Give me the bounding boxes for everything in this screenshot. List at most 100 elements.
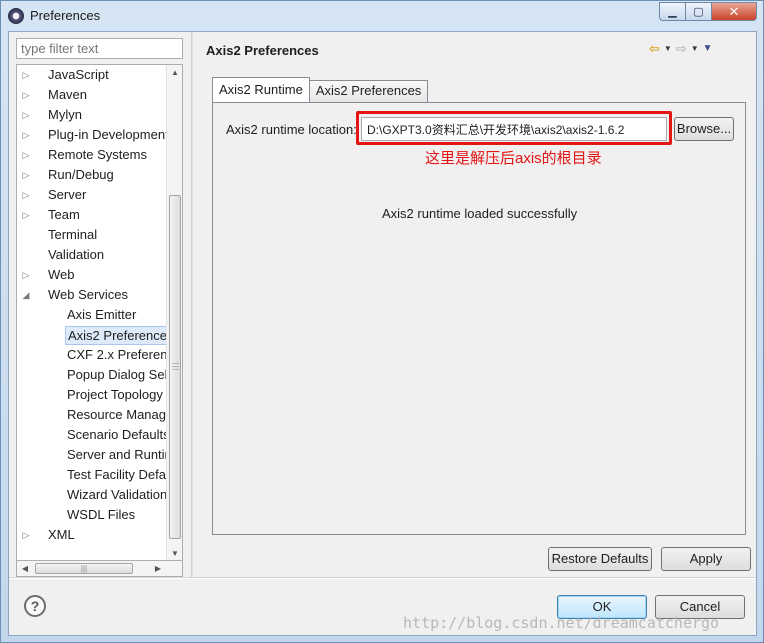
tree-item-label: Resource Management: [67, 407, 166, 422]
eclipse-app-icon: [8, 8, 24, 24]
tab-bar: Axis2 Runtime Axis2 Preferences: [212, 77, 429, 102]
collapsed-arrow-icon[interactable]: ▷: [21, 85, 31, 105]
tab-axis2-preferences[interactable]: Axis2 Preferences: [308, 80, 429, 102]
close-button[interactable]: ✕: [711, 2, 757, 21]
tree-item[interactable]: Scenario Defaults: [17, 425, 166, 445]
back-dropdown-icon[interactable]: ▼: [664, 42, 672, 56]
tree-item-label: Server and Runtime: [67, 447, 166, 462]
maximize-button[interactable]: ▢: [685, 2, 712, 21]
tree-item[interactable]: Popup Dialog Selection: [17, 365, 166, 385]
scroll-left-arrow-icon[interactable]: ◀: [17, 561, 33, 577]
tree-item-label: Axis2 Preferences: [65, 326, 166, 345]
tree-item-label: Maven: [48, 87, 88, 102]
collapsed-arrow-icon[interactable]: ▷: [21, 165, 31, 185]
filter-input[interactable]: [16, 38, 183, 59]
vertical-scroll-thumb[interactable]: ― ― ―: [169, 195, 181, 539]
collapsed-arrow-icon[interactable]: ▷: [21, 185, 31, 205]
tree-item-label: Mylyn: [48, 107, 82, 122]
tree-item[interactable]: Server and Runtime: [17, 445, 166, 465]
window-controls: ▁ ▢ ✕: [659, 2, 757, 21]
tree-item-label: XML: [48, 527, 75, 542]
collapsed-arrow-icon[interactable]: ▷: [21, 205, 31, 225]
tree-item[interactable]: ▷ Server: [17, 185, 166, 205]
collapsed-arrow-icon[interactable]: ▷: [21, 525, 31, 545]
tree-item[interactable]: ▷ XML: [17, 525, 166, 545]
tree-item-label: Run/Debug: [48, 167, 114, 182]
tree-item-label: Web Services: [48, 287, 128, 302]
minimize-button[interactable]: ▁: [659, 2, 686, 21]
browse-button[interactable]: Browse...: [674, 117, 734, 141]
tree-item[interactable]: Resource Management: [17, 405, 166, 425]
tree-item[interactable]: Axis Emitter: [17, 305, 166, 325]
tree-item[interactable]: ▷ Plug-in Development: [17, 125, 166, 145]
tree-item[interactable]: Test Facility Defaults: [17, 465, 166, 485]
scroll-right-arrow-icon[interactable]: ▶: [150, 561, 166, 577]
restore-defaults-button[interactable]: Restore Defaults: [548, 547, 652, 571]
tree-item[interactable]: WSDL Files: [17, 505, 166, 525]
tab-content: Axis2 runtime location: D:\GXPT3.0资料汇总\开…: [212, 102, 746, 535]
scroll-down-arrow-icon[interactable]: ▼: [167, 546, 182, 560]
collapsed-arrow-icon[interactable]: ▷: [21, 265, 31, 285]
panel-splitter[interactable]: [191, 32, 193, 577]
window-title: Preferences: [30, 8, 101, 23]
apply-button[interactable]: Apply: [661, 547, 751, 571]
page-title: Axis2 Preferences: [206, 43, 319, 58]
tree-item-label: Axis Emitter: [67, 307, 137, 322]
view-menu-icon[interactable]: ▼: [703, 42, 713, 56]
tree-item[interactable]: ▷ Remote Systems: [17, 145, 166, 165]
tree-item[interactable]: ▷ JavaScript: [17, 65, 166, 85]
horizontal-scroll-thumb[interactable]: |||: [35, 563, 133, 574]
collapsed-arrow-icon[interactable]: ▷: [21, 125, 31, 145]
tree-item[interactable]: Project Topology: [17, 385, 166, 405]
tree-item-label: Plug-in Development: [48, 127, 166, 142]
tree-item[interactable]: Wizard Validation: [17, 485, 166, 505]
preferences-tree: ▷ JavaScript ▷ Maven ▷ Mylyn ▷ Plug-in Developm…: [16, 64, 183, 561]
page-navigation-toolbar: ⇦ ▼ ⇨ ▼ ▼: [649, 42, 713, 56]
tree-item-label: JavaScript: [48, 67, 109, 82]
tree-horizontal-scrollbar[interactable]: ◀ ||| ▶: [16, 561, 183, 577]
tree-item[interactable]: ▷ Web: [17, 265, 166, 285]
back-arrow-icon[interactable]: ⇦: [649, 42, 660, 56]
tree-item[interactable]: ▷ Mylyn: [17, 105, 166, 125]
tree-item-label: Validation: [48, 247, 105, 262]
tree-items: ▷ JavaScript ▷ Maven ▷ Mylyn ▷ Plug-in Developm…: [17, 65, 166, 545]
grip-icon: ― ― ―: [172, 360, 179, 373]
annotation-text: 这里是解压后axis的根目录: [425, 150, 602, 167]
help-icon[interactable]: ?: [24, 595, 46, 617]
status-message: Axis2 runtime loaded successfully: [382, 206, 578, 221]
tree-item-label: Scenario Defaults: [67, 427, 166, 442]
tree-item[interactable]: CXF 2.x Preferences: [17, 345, 166, 365]
tree-item-label: Popup Dialog Selection: [67, 367, 166, 382]
tree-item-label: Test Facility Defaults: [67, 467, 166, 482]
title-bar[interactable]: Preferences ▁ ▢ ✕: [1, 1, 763, 31]
tab-axis2-runtime[interactable]: Axis2 Runtime: [212, 77, 310, 102]
tree-item[interactable]: Terminal: [17, 225, 166, 245]
tree-item[interactable]: ▷ Team: [17, 205, 166, 225]
tree-item-label: Terminal: [48, 227, 98, 242]
footer-separator: [9, 577, 756, 579]
tree-item[interactable]: ▷ Maven: [17, 85, 166, 105]
preferences-window: Preferences ▁ ▢ ✕ ▷ JavaScript ▷ Maven ▷ Myly…: [0, 0, 764, 643]
collapsed-arrow-icon[interactable]: ▷: [21, 105, 31, 125]
tree-item-label: CXF 2.x Preferences: [67, 347, 166, 362]
scroll-up-arrow-icon[interactable]: ▲: [167, 65, 182, 81]
tree-item[interactable]: Axis2 Preferences: [17, 325, 166, 345]
dialog-client-area: ▷ JavaScript ▷ Maven ▷ Mylyn ▷ Plug-in Developm…: [8, 31, 757, 636]
tree-item-label: Project Topology: [67, 387, 163, 402]
runtime-location-label: Axis2 runtime location:: [226, 122, 357, 137]
collapsed-arrow-icon[interactable]: ▷: [21, 145, 31, 165]
tree-item[interactable]: ▷ Run/Debug: [17, 165, 166, 185]
tree-item-label: Team: [48, 207, 80, 222]
tree-item[interactable]: Validation: [17, 245, 166, 265]
expanded-arrow-icon[interactable]: ◢: [21, 285, 31, 305]
tree-item-label: WSDL Files: [67, 507, 136, 522]
forward-dropdown-icon[interactable]: ▼: [691, 42, 699, 56]
watermark: http://blog.csdn.net/dreamcatchergo: [403, 614, 720, 632]
tree-item-label: Remote Systems: [48, 147, 147, 162]
tree-vertical-scrollbar[interactable]: ▲ ― ― ― ▼: [166, 65, 182, 560]
forward-arrow-icon[interactable]: ⇨: [676, 42, 687, 56]
tree-item-label: Wizard Validation: [67, 487, 166, 502]
collapsed-arrow-icon[interactable]: ▷: [21, 65, 31, 85]
runtime-location-field[interactable]: D:\GXPT3.0资料汇总\开发环境\axis2\axis2-1.6.2: [361, 117, 667, 141]
tree-item[interactable]: ◢ Web Services: [17, 285, 166, 305]
